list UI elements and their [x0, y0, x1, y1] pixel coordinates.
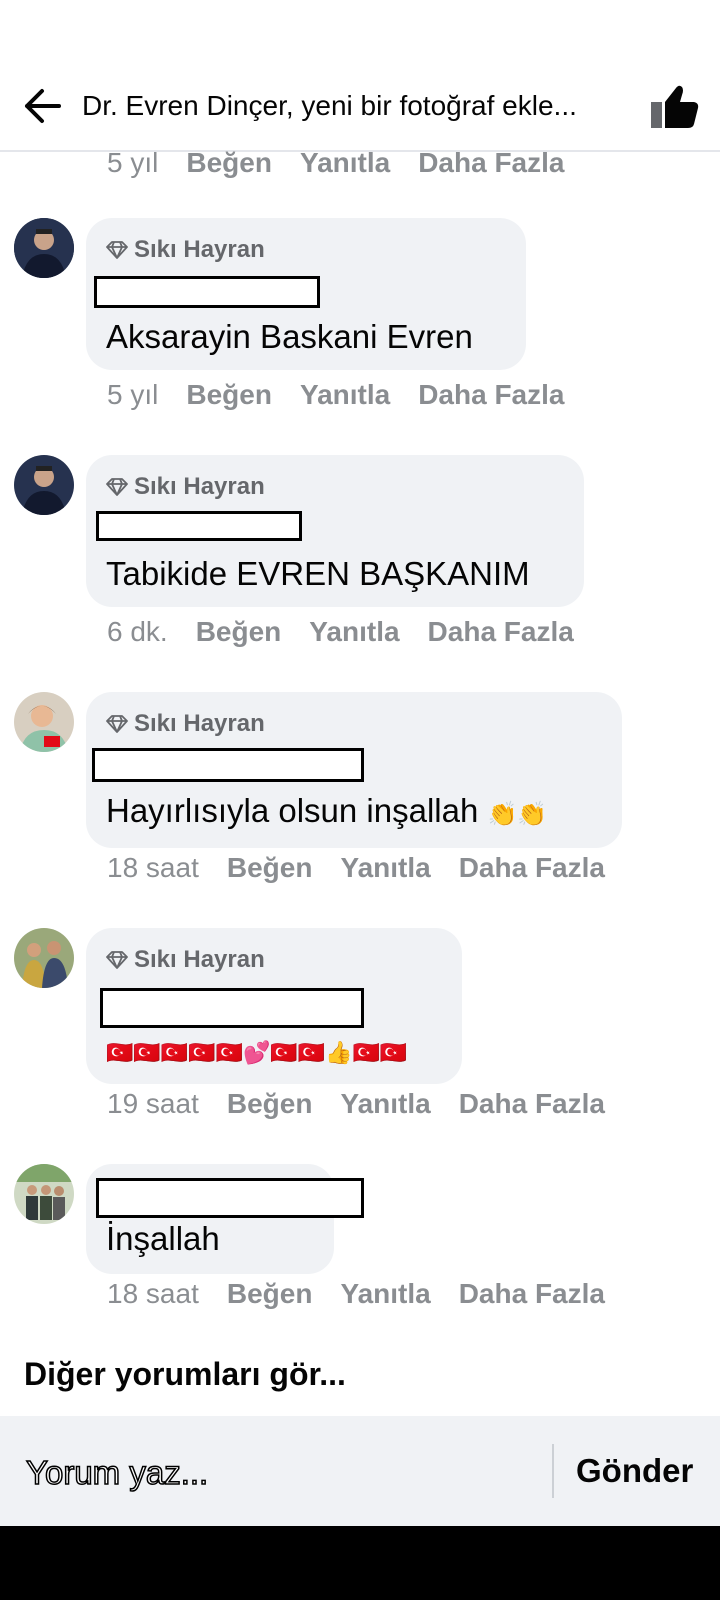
- like-button[interactable]: Beğen: [227, 1088, 313, 1120]
- comment-text: Hayırlısıyla olsun inşallah 👏👏: [106, 792, 547, 830]
- comment-bubble: İnşallah: [86, 1164, 364, 1274]
- clapping-hands-emoji: 👏👏: [487, 801, 548, 828]
- comment-meta: 6 dk. Beğen Yanıtla Daha Fazla: [107, 616, 602, 648]
- comment-meta: 5 yıl Beğen Yanıtla Daha Fazla: [107, 379, 592, 411]
- like-button[interactable]: Beğen: [186, 379, 272, 411]
- see-more-comments-link[interactable]: Diğer yorumları gör...: [24, 1356, 346, 1393]
- reply-button[interactable]: Yanıtla: [300, 147, 390, 179]
- comment-text: İnşallah: [106, 1220, 220, 1257]
- comment-time: 5 yıl: [107, 147, 159, 178]
- post-title: Dr. Evren Dinçer, yeni bir fotoğraf ekle…: [82, 90, 577, 121]
- badge-label: Sıkı Hayran: [134, 710, 265, 737]
- comment-bubble: Sıkı Hayran Hayırlısıyla olsun inşallah …: [86, 692, 622, 848]
- comment-meta: 18 saat Beğen Yanıtla Daha Fazla: [107, 1278, 633, 1310]
- more-button[interactable]: Daha Fazla: [428, 616, 574, 648]
- redacted-author-name: [96, 1178, 364, 1218]
- back-button[interactable]: [18, 82, 66, 130]
- redacted-author-name: [92, 748, 364, 782]
- diamond-icon: [106, 951, 128, 969]
- avatar[interactable]: [14, 1164, 74, 1224]
- redacted-author-name: [96, 511, 302, 541]
- child-photo-avatar-icon: [14, 692, 74, 752]
- like-button[interactable]: Beğen: [186, 147, 272, 179]
- more-button[interactable]: Daha Fazla: [418, 379, 564, 411]
- avatar[interactable]: [14, 928, 74, 988]
- like-button[interactable]: Beğen: [227, 1278, 313, 1310]
- top-bar: Dr. Evren Dinçer, yeni bir fotoğraf ekle…: [0, 60, 720, 152]
- composer-divider: [552, 1444, 554, 1498]
- comment-time: 18 saat: [107, 852, 199, 883]
- reply-button[interactable]: Yanıtla: [340, 1278, 430, 1310]
- redacted-author-name: [94, 276, 320, 308]
- comment-text: Aksarayin Baskani Evren: [106, 318, 473, 355]
- thumbs-up-icon: [651, 85, 699, 128]
- person-avatar-icon: [14, 218, 74, 278]
- fan-badge: Sıkı Hayran: [106, 236, 265, 264]
- comment-text-body: Hayırlısıyla olsun inşallah: [106, 792, 479, 829]
- comment-meta: 18 saat Beğen Yanıtla Daha Fazla: [107, 852, 633, 884]
- reply-button[interactable]: Yanıtla: [309, 616, 399, 648]
- more-button[interactable]: Daha Fazla: [459, 852, 605, 884]
- avatar[interactable]: [14, 692, 74, 752]
- avatar[interactable]: [14, 455, 74, 515]
- reply-button[interactable]: Yanıtla: [300, 379, 390, 411]
- diamond-icon: [106, 715, 128, 733]
- like-button[interactable]: Beğen: [196, 616, 282, 648]
- group-photo-avatar-icon: [14, 1164, 74, 1224]
- fan-badge: Sıkı Hayran: [106, 946, 265, 974]
- comment-bubble: Sıkı Hayran Aksarayin Baskani Evren: [86, 218, 526, 370]
- comment-input[interactable]: [26, 1450, 526, 1500]
- diamond-icon: [106, 241, 128, 259]
- more-button[interactable]: Daha Fazla: [459, 1278, 605, 1310]
- comment-time: 5 yıl: [107, 379, 159, 410]
- fan-badge: Sıkı Hayran: [106, 473, 265, 501]
- fan-badge: Sıkı Hayran: [106, 710, 265, 738]
- more-button[interactable]: Daha Fazla: [418, 147, 564, 179]
- reply-button[interactable]: Yanıtla: [340, 852, 430, 884]
- comment-time: 6 dk.: [107, 616, 168, 647]
- system-navigation-bar: [0, 1526, 720, 1600]
- redacted-author-name: [100, 988, 364, 1028]
- like-post-button[interactable]: [648, 80, 702, 134]
- comment-time: 18 saat: [107, 1278, 199, 1309]
- badge-label: Sıkı Hayran: [134, 946, 265, 973]
- send-button[interactable]: Gönder: [576, 1452, 693, 1490]
- comment-meta: 19 saat Beğen Yanıtla Daha Fazla: [107, 1088, 633, 1120]
- badge-label: Sıkı Hayran: [134, 236, 265, 263]
- comment-composer: Yorum yaz... Gönder: [0, 1416, 720, 1526]
- arrow-left-icon: [25, 89, 61, 123]
- comment-bubble: Sıkı Hayran Tabikide EVREN BAŞKANIM: [86, 455, 584, 607]
- comment-emoji-row: 🇹🇷🇹🇷🇹🇷🇹🇷🇹🇷💕🇹🇷🇹🇷👍🇹🇷🇹🇷: [106, 1040, 408, 1065]
- comment-text: Tabikide EVREN BAŞKANIM: [106, 555, 530, 592]
- two-people-photo-avatar-icon: [14, 928, 74, 988]
- comment-time: 19 saat: [107, 1088, 199, 1119]
- more-button[interactable]: Daha Fazla: [459, 1088, 605, 1120]
- avatar[interactable]: [14, 218, 74, 278]
- like-button[interactable]: Beğen: [227, 852, 313, 884]
- comment-bubble: Sıkı Hayran 🇹🇷🇹🇷🇹🇷🇹🇷🇹🇷💕🇹🇷🇹🇷👍🇹🇷🇹🇷: [86, 928, 462, 1084]
- reply-button[interactable]: Yanıtla: [340, 1088, 430, 1120]
- diamond-icon: [106, 478, 128, 496]
- person-avatar-icon: [14, 455, 74, 515]
- comment-meta-top: 5 yıl Beğen Yanıtla Daha Fazla: [107, 147, 592, 179]
- badge-label: Sıkı Hayran: [134, 473, 265, 500]
